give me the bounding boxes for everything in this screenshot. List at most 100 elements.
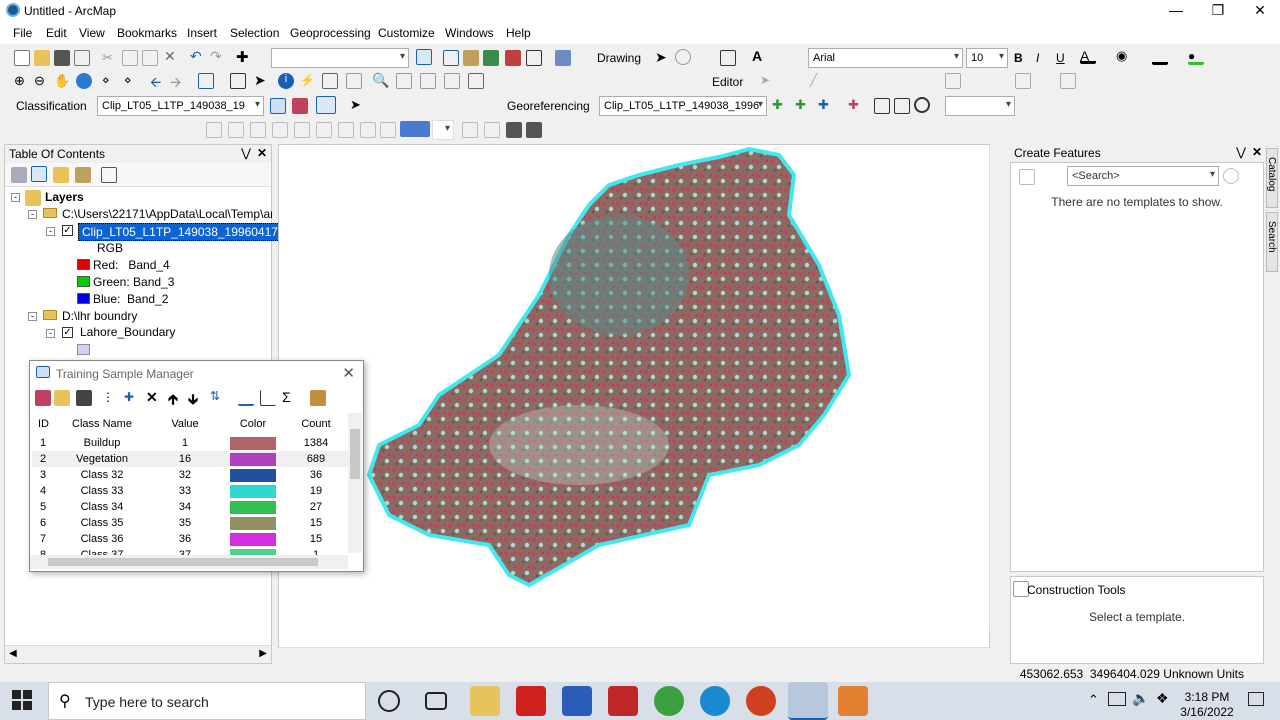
- histograms-icon[interactable]: [238, 390, 254, 406]
- toc-close-icon[interactable]: ✕: [257, 146, 267, 160]
- table-row[interactable]: 7 Class 36 36 15: [32, 531, 348, 547]
- table-row[interactable]: 2 Vegetation 16 689: [32, 451, 348, 467]
- map-scale-dropdown[interactable]: [271, 48, 409, 68]
- sample-color[interactable]: [222, 499, 284, 515]
- contrast-icon[interactable]: [338, 122, 354, 138]
- table-row[interactable]: 1 Buildup 1 1384: [32, 435, 348, 451]
- edit-tool-icon[interactable]: ➤: [760, 73, 776, 89]
- underline-button[interactable]: U: [1056, 51, 1065, 65]
- copy-icon[interactable]: [122, 50, 138, 66]
- back-extent-icon[interactable]: 🡨: [150, 72, 166, 90]
- sample-value[interactable]: 1: [148, 435, 222, 451]
- arctoolbox-icon[interactable]: [505, 50, 521, 66]
- straight-segment-icon[interactable]: ╱: [810, 73, 826, 89]
- classification-menu[interactable]: Classification: [16, 99, 87, 113]
- reset-class-values-icon[interactable]: ⇅: [210, 389, 226, 405]
- transparency-slider[interactable]: [400, 121, 430, 137]
- sample-value[interactable]: 16: [148, 451, 222, 467]
- tsm-hscroll-thumb[interactable]: [48, 558, 318, 566]
- sample-id[interactable]: 7: [32, 531, 56, 547]
- move-up-icon[interactable]: 🡱: [168, 389, 184, 407]
- sample-color[interactable]: [222, 515, 284, 531]
- col-count[interactable]: Count: [284, 413, 348, 435]
- expand-path1-icon[interactable]: -: [28, 210, 37, 219]
- sample-value[interactable]: 36: [148, 531, 222, 547]
- arcmap-taskbar-icon[interactable]: [788, 682, 828, 720]
- time-slider-icon[interactable]: [444, 73, 460, 89]
- flicker-icon[interactable]: [228, 122, 244, 138]
- sample-count[interactable]: 27: [284, 499, 348, 515]
- rotate-georef-icon[interactable]: [914, 97, 930, 113]
- split-tool-icon[interactable]: [945, 73, 961, 89]
- delete-icon[interactable]: ✕: [164, 48, 180, 64]
- measure-icon[interactable]: [346, 73, 362, 89]
- marker-color-icon[interactable]: ●: [1188, 49, 1204, 65]
- full-extent-icon[interactable]: [76, 73, 92, 89]
- search-side-tab[interactable]: Search: [1266, 212, 1278, 272]
- forward-extent-icon[interactable]: 🡪: [170, 72, 186, 90]
- redo-icon[interactable]: ↷: [210, 48, 226, 64]
- sample-id[interactable]: 5: [32, 499, 56, 515]
- sample-count[interactable]: 15: [284, 515, 348, 531]
- col-color[interactable]: Color: [222, 413, 284, 435]
- template-search-box[interactable]: <Search>: [1067, 166, 1219, 186]
- sample-count[interactable]: 15: [284, 531, 348, 547]
- capture-icon[interactable]: [526, 122, 542, 138]
- menu-view[interactable]: View: [79, 26, 105, 40]
- sample-class-name[interactable]: Class 34: [56, 499, 148, 515]
- windows-start-icon[interactable]: [12, 690, 32, 710]
- layer-dropdown[interactable]: [432, 120, 454, 140]
- attributes-icon[interactable]: [1015, 73, 1031, 89]
- font-size-dropdown[interactable]: 10: [966, 48, 1008, 68]
- tsm-scroll-thumb[interactable]: [350, 429, 360, 479]
- magnifier-icon[interactable]: [250, 122, 266, 138]
- binoculars-icon[interactable]: [506, 122, 522, 138]
- sample-class-name[interactable]: Vegetation: [56, 451, 148, 467]
- sample-id[interactable]: 6: [32, 515, 56, 531]
- pan-icon[interactable]: ✋: [54, 73, 70, 89]
- sample-class-name[interactable]: Class 33: [56, 483, 148, 499]
- georeferencing-layer-dropdown[interactable]: Clip_LT05_L1TP_149038_1996: [599, 96, 767, 116]
- sample-id[interactable]: 2: [32, 451, 56, 467]
- map-horizontal-scrollbar[interactable]: [279, 647, 989, 665]
- expand-layers-icon[interactable]: -: [11, 193, 20, 202]
- save-samples-icon[interactable]: [76, 390, 92, 406]
- task-view-icon[interactable]: [425, 692, 447, 710]
- shift-raster-icon[interactable]: ✚: [848, 97, 864, 113]
- model-builder-icon[interactable]: [555, 50, 571, 66]
- font-name-dropdown[interactable]: Arial: [808, 48, 963, 68]
- sample-id[interactable]: 1: [32, 435, 56, 451]
- zoom-in-icon[interactable]: ⊕: [14, 73, 30, 89]
- hyperlink-icon[interactable]: ⚡: [300, 73, 316, 89]
- create-signature-icon[interactable]: [292, 98, 308, 114]
- sample-count[interactable]: 36: [284, 467, 348, 483]
- zoom-out-icon[interactable]: ⊖: [34, 73, 50, 89]
- show-hidden-icons[interactable]: ⌃: [1088, 692, 1099, 708]
- brightness-icon[interactable]: [360, 122, 376, 138]
- sample-color[interactable]: [222, 531, 284, 547]
- merge-icon[interactable]: ✚: [124, 390, 140, 406]
- sample-color[interactable]: [222, 435, 284, 451]
- app-orange-icon[interactable]: [838, 686, 868, 716]
- add-data-icon[interactable]: ✚: [236, 48, 252, 66]
- taskbar-search-box[interactable]: ⚲ Type here to search: [48, 682, 366, 720]
- fixed-zoom-in-icon[interactable]: ⋄: [102, 73, 118, 89]
- boundary-visibility-checkbox[interactable]: ✓: [62, 327, 73, 338]
- save-icon[interactable]: [54, 50, 70, 66]
- editor-toolbar-icon[interactable]: [416, 49, 432, 65]
- go-to-xy-icon[interactable]: [420, 73, 436, 89]
- tsm-vertical-scrollbar[interactable]: [348, 413, 362, 553]
- load-samples-icon[interactable]: [54, 390, 70, 406]
- sketch-properties-icon[interactable]: [1060, 73, 1076, 89]
- source-path-1[interactable]: C:\Users\22171\AppData\Local\Temp\arcl: [62, 207, 272, 221]
- scroll-left-icon[interactable]: ◀: [9, 648, 17, 659]
- menu-geoprocessing[interactable]: Geoprocessing: [290, 26, 371, 40]
- class-color-swatch[interactable]: [230, 516, 276, 530]
- maximize-button[interactable]: ❐: [1198, 0, 1238, 22]
- scatterplots-icon[interactable]: [260, 390, 276, 406]
- sample-color[interactable]: [222, 467, 284, 483]
- menu-windows[interactable]: Windows: [445, 26, 494, 40]
- rotate-icon[interactable]: [675, 49, 691, 65]
- viewer-icon[interactable]: [294, 122, 310, 138]
- python-window-icon[interactable]: [526, 50, 542, 66]
